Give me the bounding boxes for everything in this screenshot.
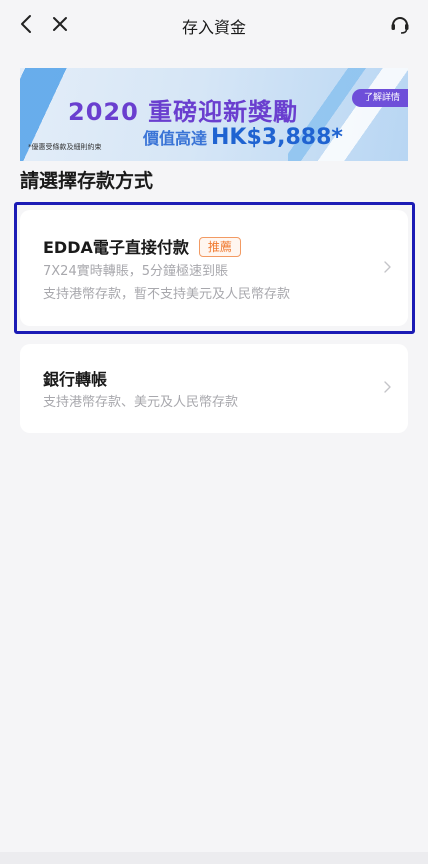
headset-icon[interactable] [386,10,414,38]
method-title: EDDA電子直接付款 推薦 [43,234,241,258]
method-description: 支持港幣存款、美元及人民幣存款 [43,395,239,410]
method-title-text: EDDA電子直接付款 [43,238,189,257]
promo-banner[interactable]: 2020 重磅迎新獎勵 價值高達 HK$3,888* *優惠受條款及細則約束 了解… [20,68,408,161]
method-description: 支持港幣存款，暫不支持美元及人民幣存款 [43,287,291,302]
chevron-right-icon [384,381,391,393]
banner-amount: HK$3,888* [211,125,343,150]
deposit-method-bank-transfer[interactable]: 銀行轉帳 支持港幣存款、美元及人民幣存款 [20,344,408,433]
section-title: 請選擇存款方式 [20,170,154,192]
page-title: 存入資金 [181,18,246,37]
learn-more-button[interactable]: 了解詳情 [351,89,408,107]
bottom-bar [0,852,428,864]
nav-bar: 存入資金 [0,0,428,48]
banner-terms-note: *優惠受條款及細則約束 [28,143,102,151]
deposit-method-edda[interactable]: EDDA電子直接付款 推薦 7X24實時轉賬，5分鐘極速到賬 支持港幣存款，暫不支… [20,210,408,326]
banner-subtitle: 價值高達 HK$3,888* [143,125,343,150]
banner-headline: 2020 重磅迎新獎勵 [68,98,299,126]
recommended-badge: 推薦 [198,237,241,257]
banner-sub-prefix: 價值高達 [143,129,208,148]
method-title: 銀行轉帳 [43,370,108,389]
method-description: 7X24實時轉賬，5分鐘極速到賬 [43,264,228,279]
chevron-right-icon [384,261,391,273]
